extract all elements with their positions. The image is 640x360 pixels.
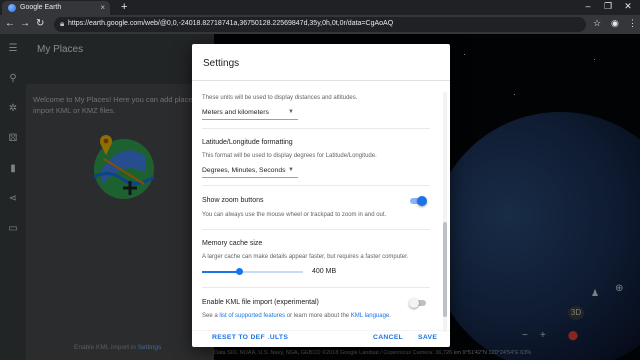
- tab-close-icon[interactable]: ×: [100, 3, 105, 12]
- forward-arrow-icon[interactable]: →: [20, 18, 30, 29]
- close-window-button[interactable]: ✕: [618, 1, 638, 12]
- browser-tab-bar: Google Earth × + – ❐ ✕: [0, 0, 640, 15]
- latlon-select-value: Degrees, Minutes, Seconds: [202, 167, 286, 174]
- section-divider: [202, 287, 430, 288]
- kml-language-link[interactable]: KML language: [351, 313, 389, 319]
- dropdown-arrow-icon: ▼: [288, 167, 294, 173]
- supported-features-link[interactable]: list of supported features: [219, 313, 285, 319]
- latlon-label: Latitude/Longitude formatting: [202, 139, 293, 146]
- google-earth-favicon-icon: [8, 4, 16, 12]
- cache-label: Memory cache size: [202, 240, 263, 247]
- latlon-select[interactable]: Degrees, Minutes, Seconds ▼: [202, 165, 298, 178]
- chrome-menu-icon[interactable]: ⋮: [628, 18, 637, 29]
- kml-help-text: See a list of supported features or lear…: [202, 313, 391, 319]
- reload-icon[interactable]: ↻: [36, 18, 44, 29]
- maximize-button[interactable]: ❐: [598, 1, 618, 12]
- section-divider: [202, 185, 430, 186]
- zoom-buttons-toggle[interactable]: [410, 196, 427, 206]
- reset-to-defaults-button[interactable]: RESET TO DEFAULTS: [212, 334, 288, 341]
- settings-dialog: Settings These units will be used to dis…: [192, 44, 450, 347]
- scrollbar-thumb[interactable]: [443, 222, 447, 317]
- google-earth-app: ⊕ ♟ 3D − + ⬤ Data SIO, NOAA, U.S. Navy, …: [0, 34, 640, 360]
- kml-help-prefix: See a: [202, 313, 220, 319]
- latlon-help-text: This format will be used to display degr…: [202, 153, 377, 159]
- toggle-knob: [409, 298, 419, 308]
- slider-handle[interactable]: [236, 268, 244, 275]
- browser-tab[interactable]: Google Earth ×: [2, 1, 110, 15]
- dialog-scrollbar[interactable]: [443, 92, 447, 332]
- units-select[interactable]: Meters and kilometers ▼: [202, 107, 298, 120]
- units-select-value: Meters and kilometers: [202, 109, 269, 116]
- save-button[interactable]: SAVE: [418, 334, 437, 341]
- section-divider: [202, 128, 430, 129]
- kml-import-label: Enable KML file import (experimental): [202, 299, 319, 306]
- zoom-buttons-label: Show zoom buttons: [202, 197, 264, 204]
- browser-toolbar: ← → ↻ 🔒︎ https://earth.google.com/web/@0…: [0, 15, 640, 34]
- dialog-bottom-divider: [192, 330, 450, 331]
- zoom-help-text: You can always use the mouse wheel or tr…: [202, 212, 387, 218]
- account-icon[interactable]: ◉: [611, 18, 619, 29]
- tab-title: Google Earth: [20, 4, 62, 11]
- new-tab-button[interactable]: +: [121, 1, 127, 13]
- kml-import-toggle[interactable]: [409, 298, 426, 308]
- units-help-text: These units will be used to display dist…: [202, 95, 358, 101]
- bookmark-star-icon[interactable]: ☆: [593, 18, 601, 29]
- cache-size-value: 400 MB: [312, 268, 337, 275]
- url-text: https://earth.google.com/web/@0,0,-24018…: [68, 20, 394, 27]
- kml-help-middle: or learn more about the: [285, 313, 351, 319]
- toggle-knob: [417, 196, 427, 206]
- back-arrow-icon[interactable]: ←: [5, 18, 15, 29]
- kml-help-suffix: .: [389, 313, 391, 319]
- address-bar[interactable]: 🔒︎ https://earth.google.com/web/@0,0,-24…: [54, 17, 586, 32]
- lock-icon: 🔒︎: [60, 19, 65, 28]
- cache-help-text: A larger cache can make details appear f…: [202, 254, 409, 260]
- section-divider: [202, 229, 430, 230]
- cancel-button[interactable]: CANCEL: [373, 334, 403, 341]
- cache-size-slider[interactable]: [202, 268, 303, 275]
- dialog-title: Settings: [203, 58, 240, 69]
- minimize-button[interactable]: –: [578, 1, 598, 11]
- dropdown-arrow-icon: ▼: [288, 109, 294, 115]
- slider-fill: [202, 271, 240, 273]
- dialog-top-divider: [192, 80, 450, 81]
